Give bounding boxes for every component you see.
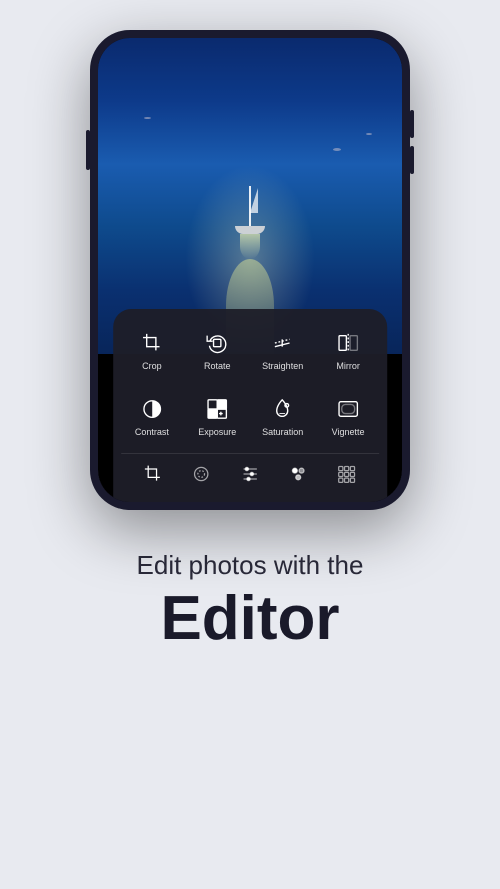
boat [235,186,265,259]
phone-wrapper: Crop Rotate [90,30,410,510]
toolbar-panel: Crop Rotate [113,309,387,502]
contrast-icon [138,395,166,423]
small-boat-2 [366,133,372,135]
boat-hull [235,226,265,234]
tools-row-2: Contrast [121,387,379,445]
power-button [86,130,90,170]
small-boat-1 [333,148,341,151]
mirror-icon [334,329,362,357]
contrast-tool[interactable]: Contrast [121,387,182,445]
mask-nav[interactable] [190,462,214,486]
crop-icon [138,329,166,357]
title-text: Editor [137,585,364,653]
exposure-tool[interactable]: Exposure [187,387,248,445]
subtitle-text: Edit photos with the [137,550,364,581]
rotate-tool[interactable]: Rotate [187,321,248,379]
boat-reflection [240,234,260,259]
rotate-icon [203,329,231,357]
volume-up-button [410,110,414,138]
text-section: Edit photos with the Editor [117,550,384,653]
saturation-label: Saturation [262,427,303,437]
phone-frame: Crop Rotate [90,30,410,510]
straighten-icon [269,329,297,357]
vignette-icon [334,395,362,423]
crop-tool[interactable]: Crop [121,321,182,379]
mirror-label: Mirror [336,361,360,371]
exposure-label: Exposure [198,427,236,437]
crop-nav[interactable] [141,462,165,486]
photo-background [98,38,402,354]
phone-screen: Crop Rotate [98,38,402,502]
saturation-icon [269,395,297,423]
vignette-tool[interactable]: Vignette [317,387,378,445]
exposure-icon [203,395,231,423]
vignette-label: Vignette [332,427,365,437]
rotate-label: Rotate [204,361,231,371]
contrast-label: Contrast [135,427,169,437]
boat-mast [249,186,251,226]
paint-nav[interactable] [286,462,310,486]
small-boat-3 [144,117,151,119]
grid-nav[interactable] [335,462,359,486]
saturation-tool[interactable]: Saturation [252,387,313,445]
adjust-nav[interactable] [238,462,262,486]
volume-down-button [410,146,414,174]
tools-row-1: Crop Rotate [121,321,379,379]
mirror-tool[interactable]: Mirror [317,321,378,379]
bottom-nav [121,453,379,490]
crop-label: Crop [142,361,162,371]
straighten-tool[interactable]: Straighten [252,321,313,379]
straighten-label: Straighten [262,361,303,371]
